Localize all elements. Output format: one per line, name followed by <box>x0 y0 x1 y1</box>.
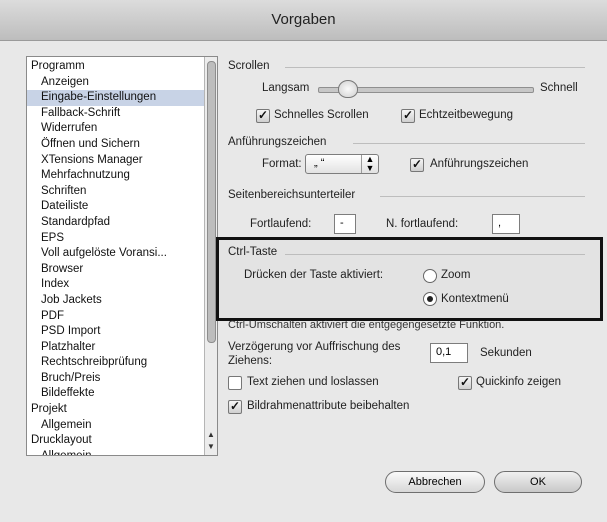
slider-max-label: Schnell <box>540 82 578 94</box>
drag-delay-field[interactable]: 0,1 <box>430 343 468 363</box>
divider <box>353 143 585 144</box>
fast-scroll-checkbox[interactable]: ✓ <box>256 108 270 123</box>
sidebar-item[interactable]: Voll aufgelöste Voransi... <box>27 246 217 262</box>
format-label: Format: <box>262 158 302 170</box>
smart-quotes-label: Anführungszeichen <box>430 158 529 170</box>
slider-knob[interactable] <box>338 80 358 98</box>
quote-format-value: „ “ <box>314 157 325 169</box>
divider <box>380 196 585 197</box>
context-menu-radio-label: Kontextmenü <box>441 293 509 305</box>
cancel-button[interactable]: Abbrechen <box>385 471 485 493</box>
sidebar-item[interactable]: Fallback-Schrift <box>27 106 217 122</box>
window-title: Vorgaben <box>271 11 336 28</box>
slider-min-label: Langsam <box>262 82 310 94</box>
quotes-section-title: Anführungszeichen <box>228 136 327 148</box>
scroll-up-arrow-icon[interactable]: ▲ <box>205 429 217 441</box>
sidebar-item[interactable]: Allgemein <box>27 418 217 434</box>
continuous-field[interactable]: - <box>334 214 356 234</box>
sidebar-item[interactable]: Standardpfad <box>27 215 217 231</box>
continuous-value: - <box>340 217 344 229</box>
sidebar-item[interactable]: Programm <box>27 59 217 75</box>
checkmark-icon: ✓ <box>459 375 471 389</box>
sidebar-item[interactable]: Dateiliste <box>27 199 217 215</box>
non-continuous-label: N. fortlaufend: <box>386 218 459 230</box>
preferences-window: Vorgaben Programm Anzeigen Eingabe-Einstel… <box>0 0 607 522</box>
zoom-radio[interactable] <box>423 269 437 283</box>
ctrl-key-highlight-box: Ctrl-Taste Drücken der Taste aktiviert: … <box>216 237 603 321</box>
sidebar-item[interactable]: Anzeigen <box>27 75 217 91</box>
sidebar-item[interactable]: XTensions Manager <box>27 153 217 169</box>
ok-button[interactable]: OK <box>494 471 582 493</box>
tooltips-checkbox[interactable]: ✓ <box>458 375 472 390</box>
sidebar-item[interactable]: Job Jackets <box>27 293 217 309</box>
sidebar-item[interactable]: EPS <box>27 231 217 247</box>
page-range-section-title: Seitenbereichsunterteiler <box>228 189 356 201</box>
drag-drop-checkbox[interactable] <box>228 376 242 390</box>
category-items: Programm Anzeigen Eingabe-Einstellungen Fal… <box>27 57 217 455</box>
ctrl-section-title: Ctrl-Taste <box>228 246 278 258</box>
keep-frame-checkbox[interactable]: ✓ <box>228 399 242 414</box>
non-continuous-field[interactable]: , <box>492 214 520 234</box>
sidebar-item[interactable]: Schriften <box>27 184 217 200</box>
ctrl-note: Ctrl-Umschalten aktiviert die entgegenge… <box>228 319 505 331</box>
keep-frame-label: Bildrahmenattribute beibehalten <box>247 400 410 412</box>
stepper-arrows-icon: ▲ ▼ <box>361 155 378 173</box>
checkmark-icon: ✓ <box>229 399 241 413</box>
sidebar-item[interactable]: Allgemein <box>27 449 217 455</box>
divider <box>285 254 585 255</box>
sidebar-item[interactable]: Platzhalter <box>27 340 217 356</box>
non-continuous-value: , <box>498 217 502 229</box>
title-bar[interactable]: Vorgaben <box>0 0 607 41</box>
sidebar-item[interactable]: Widerrufen <box>27 121 217 137</box>
sidebar-item[interactable]: Index <box>27 277 217 293</box>
sidebar-item[interactable]: Eingabe-Einstellungen <box>27 90 217 106</box>
sidebar-item[interactable]: Drucklayout <box>27 433 217 449</box>
sidebar-item[interactable]: PSD Import <box>27 324 217 340</box>
drag-delay-label: Verzögerung vor Auffrischung des Ziehens… <box>228 341 401 367</box>
ctrl-press-label: Drücken der Taste aktiviert: <box>244 269 384 281</box>
checkmark-icon: ✓ <box>257 108 269 122</box>
context-menu-radio[interactable] <box>423 292 437 306</box>
live-scroll-label: Echtzeitbewegung <box>419 109 513 121</box>
sidebar-item[interactable]: Mehrfachnutzung <box>27 168 217 184</box>
checkmark-icon: ✓ <box>411 157 423 171</box>
scrollbar-thumb[interactable] <box>207 61 216 343</box>
zoom-radio-label: Zoom <box>441 269 471 281</box>
seconds-label: Sekunden <box>480 347 532 359</box>
smart-quotes-checkbox[interactable]: ✓ <box>410 157 424 172</box>
checkmark-icon: ✓ <box>402 108 414 122</box>
live-scroll-checkbox[interactable]: ✓ <box>401 108 415 123</box>
sidebar-item[interactable]: Bruch/Preis <box>27 371 217 387</box>
scroll-down-arrow-icon[interactable]: ▼ <box>205 441 217 453</box>
fast-scroll-label: Schnelles Scrollen <box>274 109 369 121</box>
sidebar-item[interactable]: PDF <box>27 309 217 325</box>
category-list[interactable]: Programm Anzeigen Eingabe-Einstellungen Fal… <box>26 56 218 456</box>
sidebar-item[interactable]: Bildeffekte <box>27 386 217 402</box>
sidebar-item[interactable]: Projekt <box>27 402 217 418</box>
drag-drop-label: Text ziehen und loslassen <box>247 376 379 388</box>
tooltips-label: Quickinfo zeigen <box>476 376 562 388</box>
sidebar-item[interactable]: Öffnen und Sichern <box>27 137 217 153</box>
sidebar-item[interactable]: Browser <box>27 262 217 278</box>
divider <box>285 67 585 68</box>
quote-format-select[interactable]: „ “ ▲ ▼ <box>305 154 379 174</box>
continuous-label: Fortlaufend: <box>250 218 312 230</box>
sidebar-item[interactable]: Rechtschreibprüfung <box>27 355 217 371</box>
drag-delay-value: 0,1 <box>436 346 452 358</box>
scrollen-section-title: Scrollen <box>228 60 270 72</box>
